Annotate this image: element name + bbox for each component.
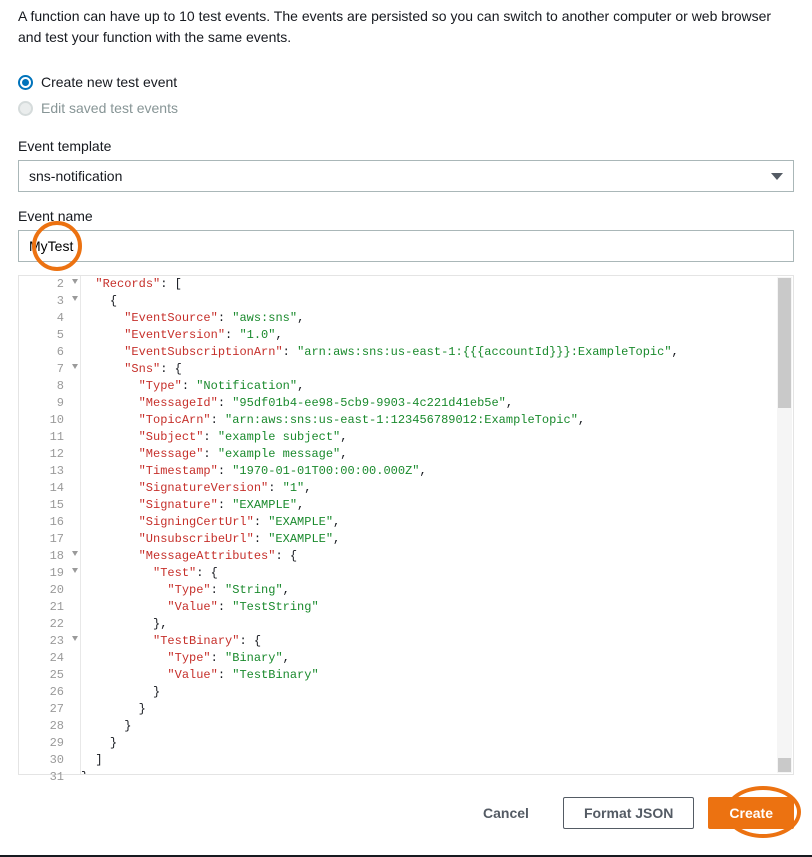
radio-disabled-icon <box>18 101 33 116</box>
code-line[interactable]: "TopicArn": "arn:aws:sns:us-east-1:12345… <box>81 412 793 429</box>
event-template-label: Event template <box>18 138 794 154</box>
gutter-line: 15 <box>19 497 80 514</box>
format-json-button[interactable]: Format JSON <box>563 797 694 829</box>
fold-icon[interactable] <box>72 364 78 369</box>
gutter-line: 27 <box>19 701 80 718</box>
footer: Cancel Format JSON Create <box>0 775 812 855</box>
radio-edit-label: Edit saved test events <box>41 100 178 116</box>
gutter-line: 17 <box>19 531 80 548</box>
gutter-line: 13 <box>19 463 80 480</box>
code-line[interactable]: "EventSubscriptionArn": "arn:aws:sns:us-… <box>81 344 793 361</box>
radio-edit-saved: Edit saved test events <box>18 100 794 116</box>
code-line[interactable]: "Timestamp": "1970-01-01T00:00:00.000Z", <box>81 463 793 480</box>
code-line[interactable]: } <box>81 735 793 752</box>
code-line[interactable]: "Type": "String", <box>81 582 793 599</box>
code-line[interactable]: "SigningCertUrl": "EXAMPLE", <box>81 514 793 531</box>
gutter-line: 6 <box>19 344 80 361</box>
gutter-line: 7 <box>19 361 80 378</box>
fold-icon[interactable] <box>72 279 78 284</box>
code-line[interactable]: "MessageAttributes": { <box>81 548 793 565</box>
code-line[interactable]: }, <box>81 616 793 633</box>
fold-icon[interactable] <box>72 568 78 573</box>
scrollbar-thumb-bottom[interactable] <box>778 758 791 772</box>
code-line[interactable]: } <box>81 769 793 774</box>
gutter-line: 19 <box>19 565 80 582</box>
code-line[interactable]: "UnsubscribeUrl": "EXAMPLE", <box>81 531 793 548</box>
editor-gutter: 2345678910111213141516171819202122232425… <box>19 276 81 774</box>
gutter-line: 11 <box>19 429 80 446</box>
radio-create-new[interactable]: Create new test event <box>18 74 794 90</box>
gutter-line: 20 <box>19 582 80 599</box>
gutter-line: 22 <box>19 616 80 633</box>
gutter-line: 3 <box>19 293 80 310</box>
fold-icon[interactable] <box>72 636 78 641</box>
gutter-line: 16 <box>19 514 80 531</box>
code-line[interactable]: } <box>81 701 793 718</box>
code-line[interactable]: "Type": "Notification", <box>81 378 793 395</box>
description-text: A function can have up to 10 test events… <box>18 6 794 48</box>
code-line[interactable]: } <box>81 718 793 735</box>
code-line[interactable]: "Value": "TestString" <box>81 599 793 616</box>
gutter-line: 2 <box>19 276 80 293</box>
code-line[interactable]: "EventSource": "aws:sns", <box>81 310 793 327</box>
event-name-label: Event name <box>18 208 794 224</box>
code-line[interactable]: "EventVersion": "1.0", <box>81 327 793 344</box>
code-line[interactable]: "MessageId": "95df01b4-ee98-5cb9-9903-4c… <box>81 395 793 412</box>
code-line[interactable]: "Value": "TestBinary" <box>81 667 793 684</box>
gutter-line: 26 <box>19 684 80 701</box>
code-line[interactable]: } <box>81 684 793 701</box>
create-button[interactable]: Create <box>708 797 794 829</box>
event-name-input[interactable] <box>18 230 794 262</box>
code-line[interactable]: "Type": "Binary", <box>81 650 793 667</box>
code-line[interactable]: "Subject": "example subject", <box>81 429 793 446</box>
gutter-line: 23 <box>19 633 80 650</box>
gutter-line: 21 <box>19 599 80 616</box>
gutter-line: 10 <box>19 412 80 429</box>
gutter-line: 25 <box>19 667 80 684</box>
gutter-line: 12 <box>19 446 80 463</box>
fold-icon[interactable] <box>72 296 78 301</box>
gutter-line: 18 <box>19 548 80 565</box>
code-line[interactable]: "SignatureVersion": "1", <box>81 480 793 497</box>
code-line[interactable]: "Message": "example message", <box>81 446 793 463</box>
code-line[interactable]: { <box>81 293 793 310</box>
code-line[interactable]: "Records": [ <box>81 276 793 293</box>
gutter-line: 8 <box>19 378 80 395</box>
event-template-select[interactable]: sns-notification <box>18 160 794 192</box>
code-line[interactable]: "Test": { <box>81 565 793 582</box>
gutter-line: 14 <box>19 480 80 497</box>
gutter-line: 30 <box>19 752 80 769</box>
cancel-button[interactable]: Cancel <box>463 797 549 829</box>
gutter-line: 9 <box>19 395 80 412</box>
code-line[interactable]: "Sns": { <box>81 361 793 378</box>
gutter-line: 29 <box>19 735 80 752</box>
radio-group: Create new test event Edit saved test ev… <box>18 74 794 116</box>
editor-scrollbar[interactable] <box>777 277 792 773</box>
code-line[interactable]: ] <box>81 752 793 769</box>
gutter-line: 24 <box>19 650 80 667</box>
gutter-line: 5 <box>19 327 80 344</box>
radio-create-label: Create new test event <box>41 74 177 90</box>
fold-icon[interactable] <box>72 551 78 556</box>
gutter-line: 4 <box>19 310 80 327</box>
code-editor[interactable]: 2345678910111213141516171819202122232425… <box>18 275 794 775</box>
gutter-line: 28 <box>19 718 80 735</box>
code-line[interactable]: "TestBinary": { <box>81 633 793 650</box>
event-template-value: sns-notification <box>29 168 122 184</box>
code-line[interactable]: "Signature": "EXAMPLE", <box>81 497 793 514</box>
radio-selected-icon <box>18 75 33 90</box>
editor-code[interactable]: "Records": [ { "EventSource": "aws:sns",… <box>81 276 793 774</box>
scrollbar-thumb[interactable] <box>778 278 791 408</box>
chevron-down-icon <box>771 173 783 180</box>
